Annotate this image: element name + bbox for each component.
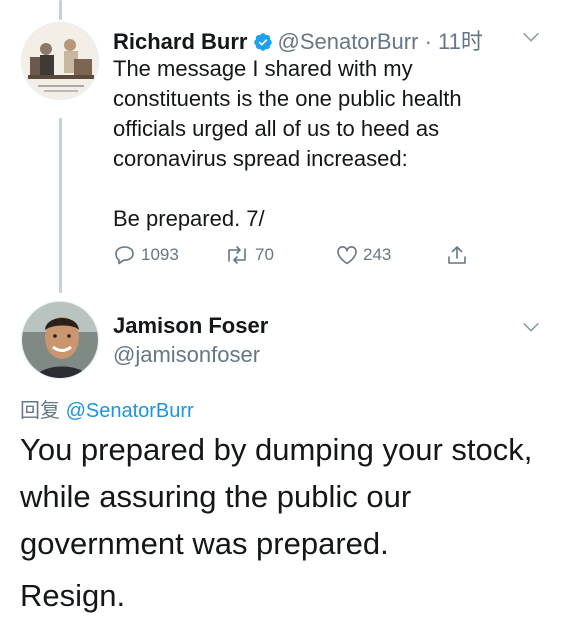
reply-button[interactable]: 1093: [113, 243, 179, 267]
author-name[interactable]: Jamison Foser: [113, 313, 268, 338]
like-button[interactable]: 243: [335, 243, 391, 267]
like-count: 243: [363, 245, 392, 264]
share-icon: [448, 246, 466, 264]
heart-icon: [337, 246, 357, 265]
thread-line-top: [59, 0, 62, 20]
author-name[interactable]: Richard Burr: [113, 29, 247, 54]
author-handle[interactable]: @SenatorBurr: [277, 29, 418, 54]
replying-to: 回复 @SenatorBurr: [20, 394, 194, 423]
author-handle[interactable]: @jamisonfoser: [113, 342, 260, 368]
share-button[interactable]: [445, 243, 473, 267]
avatar[interactable]: [21, 22, 99, 100]
reply-to-mention[interactable]: @SenatorBurr: [66, 400, 194, 422]
separator-dot: ·: [424, 29, 432, 54]
chevron-down-icon[interactable]: [520, 316, 542, 338]
thread-line-bottom: [59, 118, 62, 293]
retweet-icon: [228, 246, 246, 264]
timestamp[interactable]: 11时: [438, 29, 483, 54]
reply-header: Jamison Foser: [113, 313, 268, 339]
reply-count: 1093: [141, 245, 179, 264]
avatar-image: [22, 302, 98, 378]
avatar[interactable]: [21, 301, 99, 379]
reply-text: You prepared by dumping your stock, whil…: [20, 432, 533, 561]
retweet-button[interactable]: 70: [223, 243, 274, 267]
reply-prefix: 回复: [20, 400, 60, 422]
avatar-image: [22, 23, 98, 99]
tweet-actions: 1093 70 243: [113, 243, 513, 271]
reply-text-second: Resign.: [20, 578, 126, 613]
tweet-text: The message I shared with my constituent…: [113, 56, 462, 231]
tweet-header: Richard Burr @SenatorBurr · 11时: [113, 24, 483, 58]
chevron-down-icon[interactable]: [520, 26, 542, 48]
reply-icon: [115, 246, 134, 265]
retweet-count: 70: [255, 245, 274, 264]
